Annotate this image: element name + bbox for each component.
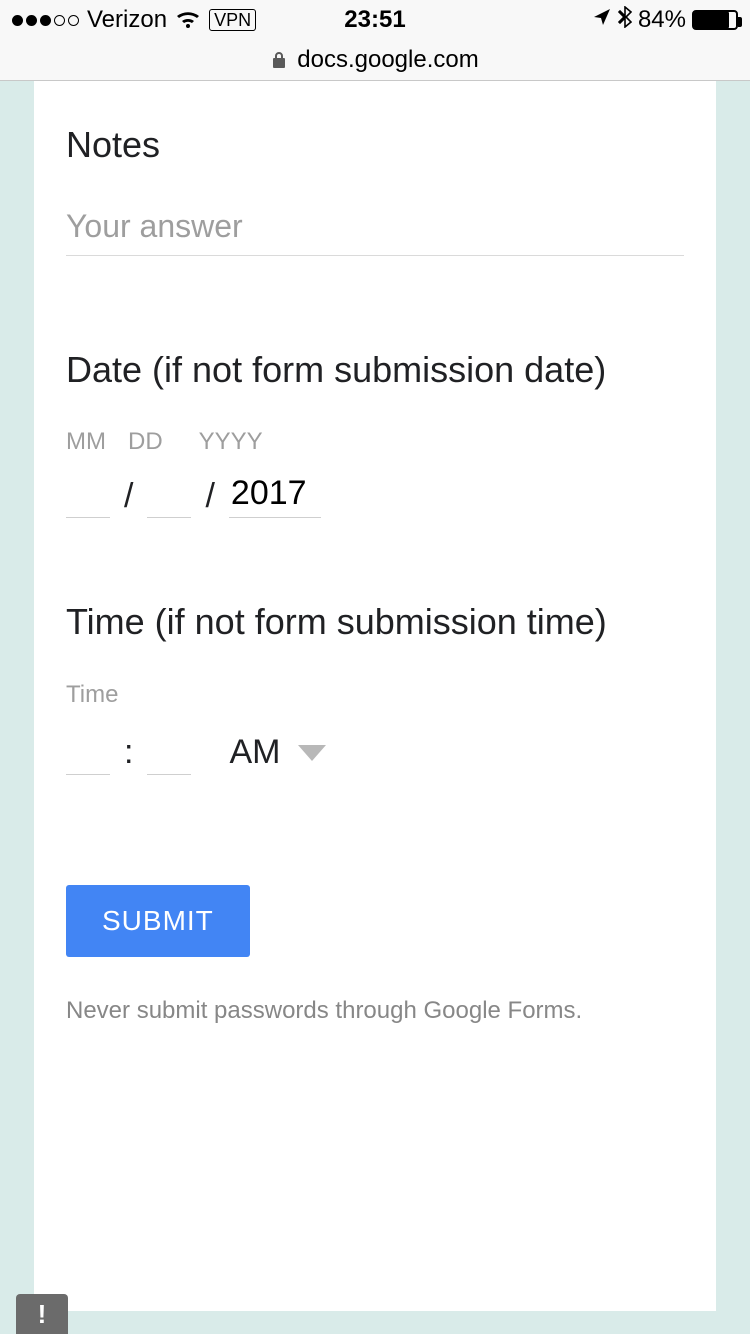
wifi-icon	[175, 10, 201, 30]
question-title-date: Date (if not form submission date)	[66, 346, 684, 395]
date-separator-2: /	[201, 477, 218, 516]
browser-url-bar[interactable]: docs.google.com	[0, 40, 750, 81]
date-mm-input[interactable]	[66, 474, 110, 518]
date-yyyy-input[interactable]	[229, 474, 321, 518]
password-disclaimer: Never submit passwords through Google Fo…	[66, 997, 684, 1025]
submit-button[interactable]: SUBMIT	[66, 885, 250, 957]
ios-status-bar: Verizon VPN 23:51 84%	[0, 0, 750, 40]
time-separator: :	[120, 733, 137, 772]
page-content: Notes Date (if not form submission date)…	[0, 81, 750, 1334]
status-left: Verizon VPN	[12, 6, 256, 34]
cell-signal-icon	[12, 15, 79, 26]
time-input-row: : AM	[66, 731, 684, 775]
date-yyyy-label: YYYY	[199, 428, 263, 456]
date-dd-label: DD	[128, 428, 163, 456]
url-domain: docs.google.com	[297, 46, 478, 74]
bluetooth-icon	[618, 6, 632, 35]
question-title-time: Time (if not form submission time)	[66, 598, 684, 647]
question-time: Time (if not form submission time) Time …	[66, 598, 684, 775]
vpn-badge: VPN	[209, 9, 256, 31]
notes-input[interactable]	[66, 204, 684, 256]
feedback-button[interactable]: !	[16, 1294, 68, 1334]
time-sublabel: Time	[66, 681, 684, 709]
ampm-dropdown[interactable]: AM	[229, 733, 326, 772]
ampm-value: AM	[229, 733, 280, 772]
status-right: 84%	[592, 6, 738, 35]
battery-pct: 84%	[638, 6, 686, 34]
date-dd-input[interactable]	[147, 474, 191, 518]
carrier-label: Verizon	[87, 6, 167, 34]
battery-icon	[692, 10, 738, 30]
submit-area: SUBMIT Never submit passwords through Go…	[66, 885, 684, 1025]
lock-icon	[271, 50, 287, 70]
date-header-row: MM DD YYYY	[66, 428, 684, 456]
exclamation-icon: !	[38, 1299, 47, 1330]
question-title-notes: Notes	[66, 121, 684, 170]
date-separator-1: /	[120, 477, 137, 516]
date-input-row: / /	[66, 474, 684, 518]
question-date: Date (if not form submission date) MM DD…	[66, 346, 684, 519]
question-notes: Notes	[66, 121, 684, 256]
time-hour-input[interactable]	[66, 731, 110, 775]
location-icon	[592, 6, 612, 34]
date-mm-label: MM	[66, 428, 106, 456]
form-card: Notes Date (if not form submission date)…	[34, 81, 716, 1311]
chevron-down-icon	[298, 745, 326, 761]
time-minute-input[interactable]	[147, 731, 191, 775]
